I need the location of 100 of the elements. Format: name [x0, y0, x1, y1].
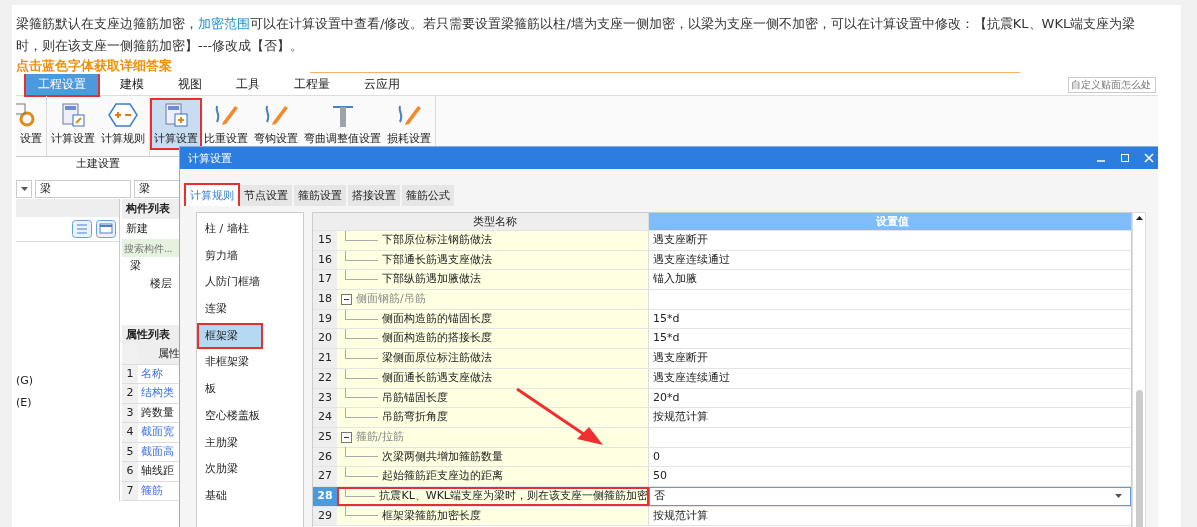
category-item[interactable]: 柱 / 墙柱: [197, 216, 303, 243]
column-header: 设置值: [649, 213, 1131, 230]
setting-value: 15*d: [653, 310, 680, 327]
search-field[interactable]: 自定义贴面怎么处: [1068, 76, 1156, 93]
dialog-tab[interactable]: 计算规则: [186, 185, 238, 206]
row-number: 6: [122, 462, 138, 481]
setting-name: 起始箍筋距支座边的距离: [382, 468, 503, 485]
column-header: 类型名称: [337, 213, 649, 230]
row-number: 4: [122, 423, 138, 442]
article-paragraph: 梁箍筋默认在支座边箍筋加密，加密范围可以在计算设置中查看/修改。若只需要设置梁箍筋以柱/墙为支座一侧加密，以梁为支座一侧不加密，可以在计算设置中修改：【抗震KL、WKL端支座为梁时，则在该支座一侧箍筋加密】---修改成【否】。: [16, 15, 1137, 55]
tree-line: [345, 368, 378, 379]
menu-tab[interactable]: 工程量: [280, 74, 344, 97]
setting-name: 吊筋锚固长度: [382, 389, 448, 406]
calculator-icon: [60, 102, 86, 128]
category-item[interactable]: 框架梁: [197, 322, 263, 350]
row-number: 15: [313, 231, 337, 250]
column-header: 属性: [138, 345, 180, 364]
property-name: 跨数量: [140, 404, 174, 421]
row-number: 20: [313, 329, 337, 349]
ribbon-button[interactable]: 计算设置: [152, 100, 200, 148]
property-name: 结构类: [140, 385, 174, 401]
caret-icon: [1115, 494, 1122, 499]
tree-item[interactable]: (G): [16, 370, 119, 392]
category-item[interactable]: 次肋梁: [197, 456, 303, 483]
dialog-title: 计算设置: [188, 150, 232, 166]
calculator-icon: [163, 102, 189, 128]
category-item[interactable]: 人防门框墙: [197, 269, 303, 297]
setting-value: 20*d: [653, 389, 680, 406]
setting-value: 遇支座断开: [653, 232, 708, 248]
tree-line: [345, 408, 378, 419]
window-icon[interactable]: [96, 220, 116, 238]
ribbon-button[interactable]: 计算设置: [49, 100, 97, 148]
setting-name: 吊筋弯折角度: [382, 409, 448, 426]
dropdown[interactable]: 梁: [35, 180, 131, 198]
setting-name: 侧面通长筋遇支座做法: [382, 369, 492, 386]
tree-item[interactable]: 楼层: [130, 275, 182, 293]
setting-name: 框架梁箍筋加密长度: [382, 507, 481, 524]
ribbon-button[interactable]: 设置: [18, 100, 44, 148]
category-item[interactable]: 主肋梁: [197, 429, 303, 457]
search-field[interactable]: 搜索构件...: [122, 239, 182, 257]
ribbon-button[interactable]: 弯曲调整值设置: [302, 100, 383, 148]
setting-value: 15*d: [653, 330, 680, 347]
setting-name: 下部通长筋遇支座做法: [382, 251, 492, 268]
setting-name: 梁侧面原位标注筋做法: [382, 350, 492, 367]
dialog-tab[interactable]: 节点设置: [240, 185, 292, 206]
menu-tab[interactable]: 工具: [222, 74, 274, 97]
setting-name: 侧面构造筋的锚固长度: [382, 310, 492, 327]
setting-value: 0: [653, 448, 660, 465]
dialog-tab[interactable]: 箍筋设置: [294, 185, 346, 206]
setting-value: 按规范计算: [653, 507, 708, 524]
setting-value: 50: [653, 468, 667, 485]
tree-item[interactable]: 梁: [130, 257, 182, 275]
ribbon-button[interactable]: 比重设置: [202, 100, 250, 148]
tree-line: [345, 329, 378, 340]
dialog-tab[interactable]: 箍筋公式: [402, 185, 454, 206]
tree-line: [345, 230, 378, 241]
menu-tab[interactable]: 视图: [164, 74, 216, 97]
tree-line: [345, 270, 378, 281]
category-item[interactable]: 板: [197, 376, 303, 403]
menu-tab[interactable]: 建模: [106, 74, 158, 97]
ribbon-button[interactable]: 弯钩设置: [252, 100, 300, 148]
scroll-up-icon[interactable]: [1135, 216, 1143, 220]
tree-line: [345, 388, 378, 399]
setting-name: 下部原位标注钢筋做法: [382, 232, 492, 248]
menu-tab[interactable]: 云应用: [350, 74, 414, 97]
tree-line: [345, 309, 378, 320]
setting-value: 按规范计算: [653, 409, 708, 426]
dialog-tab[interactable]: 搭接设置: [348, 185, 400, 206]
tree-line: [345, 467, 378, 478]
list-icon[interactable]: [72, 220, 92, 238]
category-item[interactable]: 基础: [197, 482, 303, 510]
category-item[interactable]: 空心楼盖板: [197, 402, 303, 430]
scroll-thumb[interactable]: [1135, 390, 1143, 527]
ribbon-button[interactable]: 计算规则: [99, 100, 147, 148]
row-number: 24: [313, 408, 337, 427]
row-number: 18: [313, 290, 337, 309]
collapse-icon[interactable]: [341, 431, 352, 443]
row-number: 17: [313, 270, 337, 290]
setting-name: 次梁两侧共增加箍筋数量: [382, 448, 503, 465]
row-number: 2: [122, 384, 138, 403]
hexagon-icon: [108, 102, 138, 128]
category-item[interactable]: 剪力墙: [197, 242, 303, 270]
scrollbar[interactable]: [1132, 212, 1146, 527]
tree-line: [345, 348, 378, 359]
group-label: 土建设置: [75, 156, 121, 171]
new-button[interactable]: 新建: [126, 222, 148, 235]
collapse-icon[interactable]: [341, 293, 352, 305]
panel-title: 属性列表: [122, 325, 182, 345]
maximize-icon[interactable]: [1120, 153, 1130, 163]
category-item[interactable]: 非框架梁: [197, 349, 303, 377]
setting-value: 遇支座断开: [653, 350, 708, 367]
ribbon-button[interactable]: 损耗设置: [385, 100, 433, 148]
group-name: 箍筋/拉筋: [356, 428, 404, 445]
value-dropdown[interactable]: 否: [649, 486, 1131, 506]
tree-item[interactable]: (E): [16, 392, 119, 414]
article-link[interactable]: 加密范围: [198, 16, 250, 31]
close-icon[interactable]: [1144, 153, 1154, 163]
property-name: 截面高: [140, 443, 174, 460]
setting-name: 抗震KL、WKL端支座为梁时，则在该支座一侧箍筋加密: [379, 487, 648, 504]
category-item[interactable]: 连梁: [197, 296, 303, 323]
